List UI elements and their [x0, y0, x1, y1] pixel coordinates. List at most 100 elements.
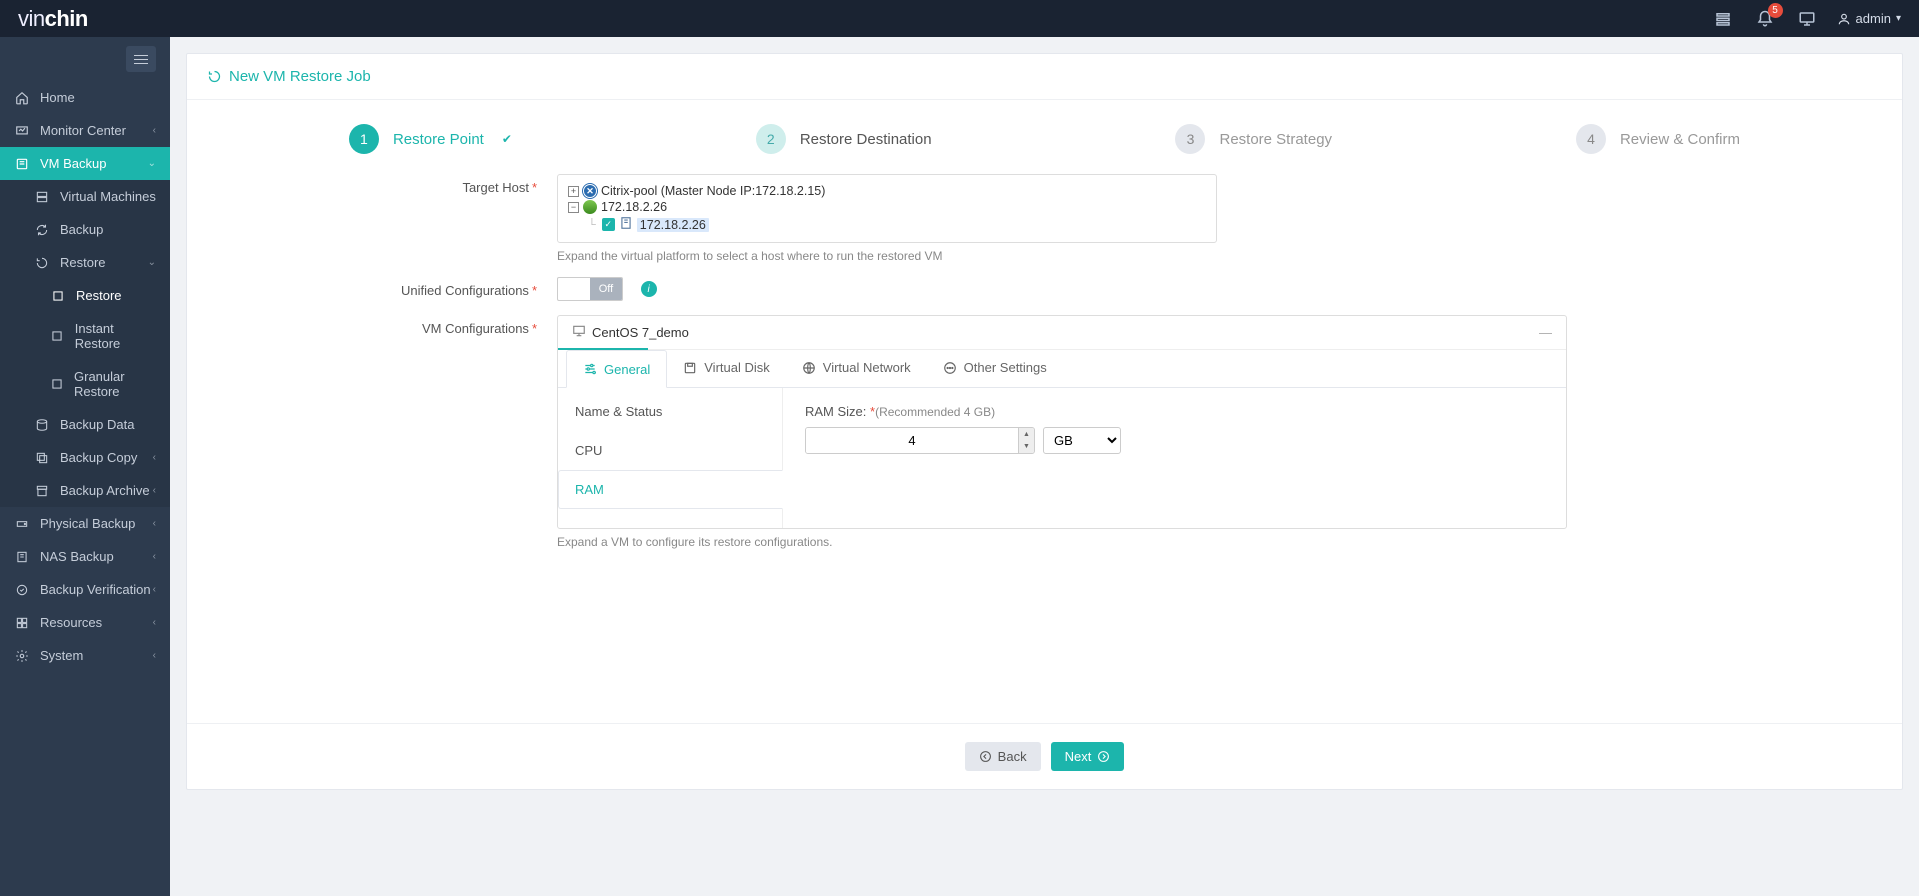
- bolt-icon: [50, 329, 65, 343]
- nav-label: NAS Backup: [40, 549, 114, 564]
- tree-label: Citrix-pool (Master Node IP:172.18.2.15): [601, 184, 825, 198]
- nav-backup-data[interactable]: Backup Data: [0, 408, 170, 441]
- nav-label: Virtual Machines: [60, 189, 156, 204]
- nav-label: Instant Restore: [75, 321, 156, 351]
- stepper[interactable]: ▲▼: [1018, 428, 1034, 453]
- nav-backup[interactable]: Backup: [0, 213, 170, 246]
- step-4[interactable]: 4 Review & Confirm: [1576, 124, 1740, 154]
- list-icon[interactable]: [1711, 7, 1735, 31]
- arrow-left-icon: [979, 750, 992, 763]
- ram-size-field[interactable]: [806, 428, 1018, 453]
- tab-label: General: [604, 362, 650, 377]
- nav-instant-restore[interactable]: Instant Restore: [0, 312, 170, 360]
- nav-vm-backup[interactable]: VM Backup ⌄: [0, 147, 170, 180]
- host-tree[interactable]: + ✕ Citrix-pool (Master Node IP:172.18.2…: [557, 174, 1217, 243]
- tab-body: Name & Status CPU RAM RAM Size: *(Recomm…: [558, 388, 1566, 528]
- particles-icon: [50, 377, 64, 391]
- step-down-icon[interactable]: ▼: [1019, 441, 1034, 454]
- button-label: Back: [998, 749, 1027, 764]
- row-vm-config: VM Configurations* CentOS 7_demo —: [227, 315, 1862, 549]
- check-shield-icon: [14, 583, 30, 597]
- hamburger-icon[interactable]: [126, 46, 156, 72]
- side-item-name-status[interactable]: Name & Status: [558, 392, 782, 431]
- chevron-down-icon: ▾: [1896, 13, 1901, 24]
- user-name: admin: [1856, 11, 1891, 26]
- checkbox-checked-icon[interactable]: ✓: [602, 218, 615, 231]
- step-number: 3: [1175, 124, 1205, 154]
- gauge-icon: [14, 124, 30, 138]
- chevron-left-icon: ‹: [153, 452, 156, 463]
- vm-header[interactable]: CentOS 7_demo —: [558, 316, 1566, 350]
- nav-label: Backup Copy: [60, 450, 137, 465]
- config-tabs: General Virtual Disk Virtual Network: [558, 350, 1566, 388]
- info-icon[interactable]: i: [641, 281, 657, 297]
- nav-backup-archive[interactable]: Backup Archive ‹: [0, 474, 170, 507]
- general-side-list: Name & Status CPU RAM: [558, 388, 783, 528]
- tab-other-settings[interactable]: Other Settings: [927, 350, 1063, 387]
- tab-virtual-network[interactable]: Virtual Network: [786, 350, 927, 387]
- step-3[interactable]: 3 Restore Strategy: [1175, 124, 1332, 154]
- save-icon: [683, 361, 697, 375]
- step-label: Restore Point: [393, 131, 484, 148]
- brand-bold: chin: [45, 6, 88, 31]
- tree-collapse-icon[interactable]: −: [568, 202, 579, 213]
- step-label: Review & Confirm: [1620, 131, 1740, 148]
- chevron-left-icon: ‹: [153, 584, 156, 595]
- nav-physical-backup[interactable]: Physical Backup ‹: [0, 507, 170, 540]
- nav-virtual-machines[interactable]: Virtual Machines: [0, 180, 170, 213]
- tree-expand-icon[interactable]: +: [568, 186, 579, 197]
- nav-restore[interactable]: Restore ⌄: [0, 246, 170, 279]
- collapse-icon[interactable]: —: [1539, 325, 1552, 340]
- step-label: Restore Strategy: [1219, 131, 1332, 148]
- nav-label: Physical Backup: [40, 516, 135, 531]
- tab-label: Other Settings: [964, 360, 1047, 375]
- row-target-host: Target Host* + ✕ Citrix-pool (Master Nod…: [227, 174, 1862, 263]
- nav-backup-verification[interactable]: Backup Verification ‹: [0, 573, 170, 606]
- side-item-ram[interactable]: RAM: [558, 470, 783, 509]
- ram-size-input[interactable]: ▲▼: [805, 427, 1035, 454]
- nav-label: Resources: [40, 615, 102, 630]
- tab-general[interactable]: General: [566, 350, 667, 388]
- vm-name: CentOS 7_demo: [592, 325, 689, 340]
- side-item-cpu[interactable]: CPU: [558, 431, 782, 470]
- chevron-down-icon: ⌄: [148, 257, 156, 268]
- nav-label: Restore: [76, 288, 122, 303]
- nav-granular-restore[interactable]: Granular Restore: [0, 360, 170, 408]
- tree-row-host[interactable]: − 172.18.2.26: [568, 199, 1206, 215]
- bell-icon[interactable]: 5: [1753, 7, 1777, 31]
- nav-restore-sub[interactable]: Restore: [0, 279, 170, 312]
- user-menu[interactable]: admin ▾: [1837, 11, 1901, 26]
- ram-unit-select[interactable]: GB: [1043, 427, 1121, 454]
- step-1[interactable]: 1 Restore Point ✔: [349, 124, 512, 154]
- hdd-icon: [14, 517, 30, 531]
- nav-resources[interactable]: Resources ‹: [0, 606, 170, 639]
- nav-backup-copy[interactable]: Backup Copy ‹: [0, 441, 170, 474]
- tree-row-pool[interactable]: + ✕ Citrix-pool (Master Node IP:172.18.2…: [568, 183, 1206, 199]
- host-icon: [619, 216, 633, 233]
- tree-branch-icon: └: [588, 219, 596, 231]
- copy-icon: [34, 451, 50, 465]
- nav-home[interactable]: Home: [0, 81, 170, 114]
- check-icon: ✔: [502, 132, 512, 146]
- tree-row-host-child[interactable]: └ ✓ 172.18.2.26: [568, 215, 1206, 234]
- page-title-text: New VM Restore Job: [229, 68, 371, 85]
- grid-icon: [14, 616, 30, 630]
- tab-virtual-disk[interactable]: Virtual Disk: [667, 350, 786, 387]
- monitor-icon[interactable]: [1795, 7, 1819, 31]
- chevron-left-icon: ‹: [153, 485, 156, 496]
- step-2[interactable]: 2 Restore Destination: [756, 124, 932, 154]
- vm-icon: [14, 157, 30, 171]
- step-number: 2: [756, 124, 786, 154]
- nav-nas-backup[interactable]: NAS Backup ‹: [0, 540, 170, 573]
- globe-icon: [583, 200, 597, 214]
- nav-system[interactable]: System ‹: [0, 639, 170, 672]
- nav-label: Backup Data: [60, 417, 134, 432]
- chevron-left-icon: ‹: [153, 551, 156, 562]
- back-button[interactable]: Back: [965, 742, 1041, 771]
- nav-monitor[interactable]: Monitor Center ‹: [0, 114, 170, 147]
- page-title: New VM Restore Job: [187, 54, 1902, 100]
- unified-toggle[interactable]: Off: [557, 277, 623, 301]
- server-icon: [34, 190, 50, 204]
- next-button[interactable]: Next: [1051, 742, 1125, 771]
- step-up-icon[interactable]: ▲: [1019, 428, 1034, 441]
